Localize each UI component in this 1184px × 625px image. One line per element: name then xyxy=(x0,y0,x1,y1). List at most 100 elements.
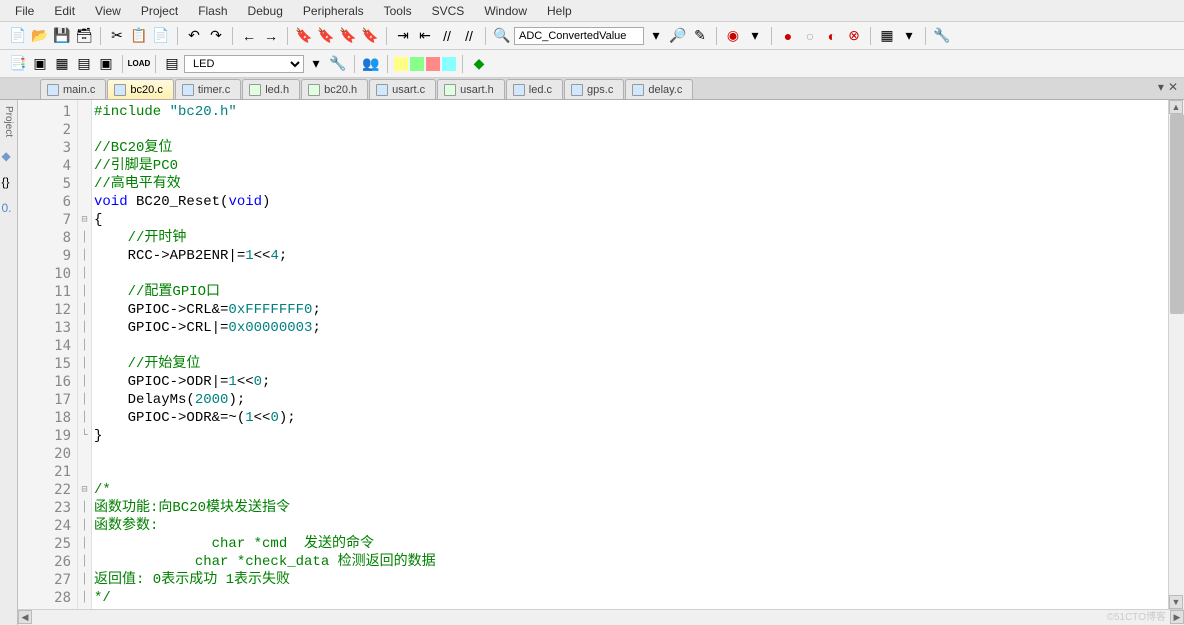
find-in-files-icon[interactable]: 🔎 xyxy=(668,26,688,46)
tab-usart-c[interactable]: usart.c xyxy=(369,79,436,99)
tab-bc20-h[interactable]: bc20.h xyxy=(301,79,368,99)
scroll-right-icon[interactable]: ▶ xyxy=(1170,610,1184,624)
tab-label: usart.h xyxy=(460,84,494,96)
tab-menu-icon[interactable]: ▾ xyxy=(1158,80,1164,94)
menu-debug[interactable]: Debug xyxy=(238,2,293,20)
horizontal-scrollbar[interactable]: ◀ ▶ xyxy=(18,609,1184,625)
bookmark-icon[interactable]: 🔖 xyxy=(294,26,314,46)
bookmark-clear-icon[interactable]: 🔖 xyxy=(360,26,380,46)
indent-icon[interactable]: ⇥ xyxy=(393,26,413,46)
fold-column[interactable]: ⊟│││││││││││└⊟││││││ xyxy=(78,100,92,609)
batch-build-icon[interactable]: ▤ xyxy=(74,54,94,74)
menu-tools[interactable]: Tools xyxy=(374,2,422,20)
menu-edit[interactable]: Edit xyxy=(44,2,85,20)
search-dropdown-icon[interactable]: ▾ xyxy=(646,26,666,46)
project-panel-label[interactable]: Project xyxy=(3,106,14,137)
watermark: ©51CTO博客 xyxy=(1107,608,1166,623)
debug-dropdown-icon[interactable]: ▾ xyxy=(745,26,765,46)
stop-build-icon[interactable]: ▣ xyxy=(96,54,116,74)
bookmark-prev-icon[interactable]: 🔖 xyxy=(316,26,336,46)
tab-timer-c[interactable]: timer.c xyxy=(175,79,241,99)
menu-project[interactable]: Project xyxy=(131,2,188,20)
target-select[interactable]: LED xyxy=(184,55,304,73)
uncomment-icon[interactable]: // xyxy=(459,26,479,46)
scroll-thumb[interactable] xyxy=(1170,114,1184,314)
menubar: FileEditViewProjectFlashDebugPeripherals… xyxy=(0,0,1184,22)
tab-close-icon[interactable]: ✕ xyxy=(1168,80,1178,94)
tab-bc20-c[interactable]: bc20.c xyxy=(107,79,173,99)
breakpoint-disable-icon[interactable]: ○ xyxy=(800,26,820,46)
breakpoint-icon[interactable]: ● xyxy=(778,26,798,46)
file-icon xyxy=(513,84,525,96)
left-sidebar: Project ◆ {} 0. xyxy=(0,100,18,625)
tab-led-h[interactable]: led.h xyxy=(242,79,300,99)
back-icon[interactable]: ← xyxy=(239,26,259,46)
forward-icon[interactable]: → xyxy=(261,26,281,46)
rebuild-icon[interactable]: ▦ xyxy=(52,54,72,74)
open-file-icon[interactable]: 📂 xyxy=(30,26,50,46)
manage-icon[interactable]: 👥 xyxy=(361,54,381,74)
menu-file[interactable]: File xyxy=(5,2,44,20)
menu-flash[interactable]: Flash xyxy=(188,2,237,20)
menu-view[interactable]: View xyxy=(85,2,131,20)
file-icon xyxy=(114,84,126,96)
find-icon[interactable]: 🔍 xyxy=(492,26,512,46)
breakpoint-kill-icon[interactable]: ◐ xyxy=(822,26,842,46)
build-toolbar: 📑 ▣ ▦ ▤ ▣ LOAD ▤ LED ▾ 🔧 👥 ◆ xyxy=(0,50,1184,78)
file-icon xyxy=(632,84,644,96)
options-icon[interactable]: 🔧 xyxy=(328,54,348,74)
code-content[interactable]: #include "bc20.h" //BC20复位 //引脚是PC0 //高电… xyxy=(92,100,1168,609)
tab-delay-c[interactable]: delay.c xyxy=(625,79,693,99)
tab-main-c[interactable]: main.c xyxy=(40,79,106,99)
comment-icon[interactable]: // xyxy=(437,26,457,46)
translate-icon[interactable]: 📑 xyxy=(8,54,28,74)
menu-svcs[interactable]: SVCS xyxy=(422,2,475,20)
sb-icon-2[interactable]: {} xyxy=(2,175,16,189)
window-dropdown-icon[interactable]: ▾ xyxy=(899,26,919,46)
sb-icon-1[interactable]: ◆ xyxy=(2,149,16,163)
tab-led-c[interactable]: led.c xyxy=(506,79,563,99)
outdent-icon[interactable]: ⇤ xyxy=(415,26,435,46)
color-block-green[interactable] xyxy=(410,57,424,71)
vertical-scrollbar[interactable]: ▲ ▼ xyxy=(1168,100,1184,609)
color-block-cyan[interactable] xyxy=(442,57,456,71)
tab-usart-h[interactable]: usart.h xyxy=(437,79,505,99)
debug-config-icon[interactable]: ◉ xyxy=(723,26,743,46)
paste-icon[interactable]: 📄 xyxy=(151,26,171,46)
configure-icon[interactable]: 🔧 xyxy=(932,26,952,46)
sb-icon-3[interactable]: 0. xyxy=(2,201,16,215)
file-icon xyxy=(182,84,194,96)
save-icon[interactable]: 💾 xyxy=(52,26,72,46)
target-options-icon[interactable]: ▤ xyxy=(162,54,182,74)
search-input[interactable] xyxy=(514,27,644,45)
tab-label: bc20.c xyxy=(130,84,162,96)
download-icon[interactable]: LOAD xyxy=(129,54,149,74)
scroll-down-icon[interactable]: ▼ xyxy=(1169,595,1183,609)
scroll-left-icon[interactable]: ◀ xyxy=(18,610,32,624)
menu-window[interactable]: Window xyxy=(474,2,537,20)
tab-label: gps.c xyxy=(587,84,613,96)
bookmark-next-icon[interactable]: 🔖 xyxy=(338,26,358,46)
file-icon xyxy=(308,84,320,96)
menu-peripherals[interactable]: Peripherals xyxy=(293,2,374,20)
code-editor[interactable]: 1234567891011121314151617181920212223242… xyxy=(18,100,1184,625)
cut-icon[interactable]: ✂ xyxy=(107,26,127,46)
target-dropdown-icon[interactable]: ▾ xyxy=(306,54,326,74)
color-block-yellow[interactable] xyxy=(394,57,408,71)
new-file-icon[interactable]: 📄 xyxy=(8,26,28,46)
breakpoint-kill-all-icon[interactable]: ⊗ xyxy=(844,26,864,46)
tab-label: delay.c xyxy=(648,84,682,96)
undo-icon[interactable]: ↶ xyxy=(184,26,204,46)
window-icon[interactable]: ▦ xyxy=(877,26,897,46)
copy-icon[interactable]: 📋 xyxy=(129,26,149,46)
file-icon xyxy=(444,84,456,96)
incremental-find-icon[interactable]: ✎ xyxy=(690,26,710,46)
save-all-icon[interactable]: 🗃 xyxy=(74,26,94,46)
build-icon[interactable]: ▣ xyxy=(30,54,50,74)
redo-icon[interactable]: ↷ xyxy=(206,26,226,46)
manage-rtenv-icon[interactable]: ◆ xyxy=(469,54,489,74)
menu-help[interactable]: Help xyxy=(537,2,582,20)
tab-gps-c[interactable]: gps.c xyxy=(564,79,624,99)
color-block-red[interactable] xyxy=(426,57,440,71)
scroll-up-icon[interactable]: ▲ xyxy=(1169,100,1183,114)
